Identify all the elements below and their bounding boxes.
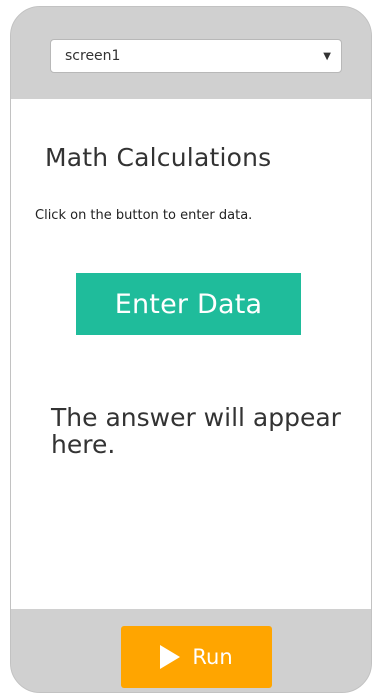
screen-selector-dropdown[interactable]: screen1 ▼	[50, 39, 342, 73]
app-screen-canvas: Math Calculations Click on the button to…	[11, 99, 371, 611]
run-button-label: Run	[192, 645, 233, 669]
answer-text: The answer will appear here.	[51, 403, 341, 459]
screen-selector-value: screen1	[65, 48, 121, 64]
app-lab-preview-page: screen1 ▼ Math Calculations Click on the…	[0, 0, 376, 696]
enter-data-button[interactable]: Enter Data	[76, 273, 301, 335]
run-control-bar: Run	[11, 609, 371, 692]
run-button[interactable]: Run	[121, 626, 272, 688]
play-icon	[160, 645, 181, 669]
phone-preview-frame: screen1 ▼ Math Calculations Click on the…	[10, 6, 372, 693]
screen-selector-bar: screen1 ▼	[11, 7, 371, 99]
app-title: Math Calculations	[45, 143, 272, 172]
dropdown-arrow-icon: ▼	[323, 50, 331, 62]
instruction-text: Click on the button to enter data.	[35, 208, 253, 223]
